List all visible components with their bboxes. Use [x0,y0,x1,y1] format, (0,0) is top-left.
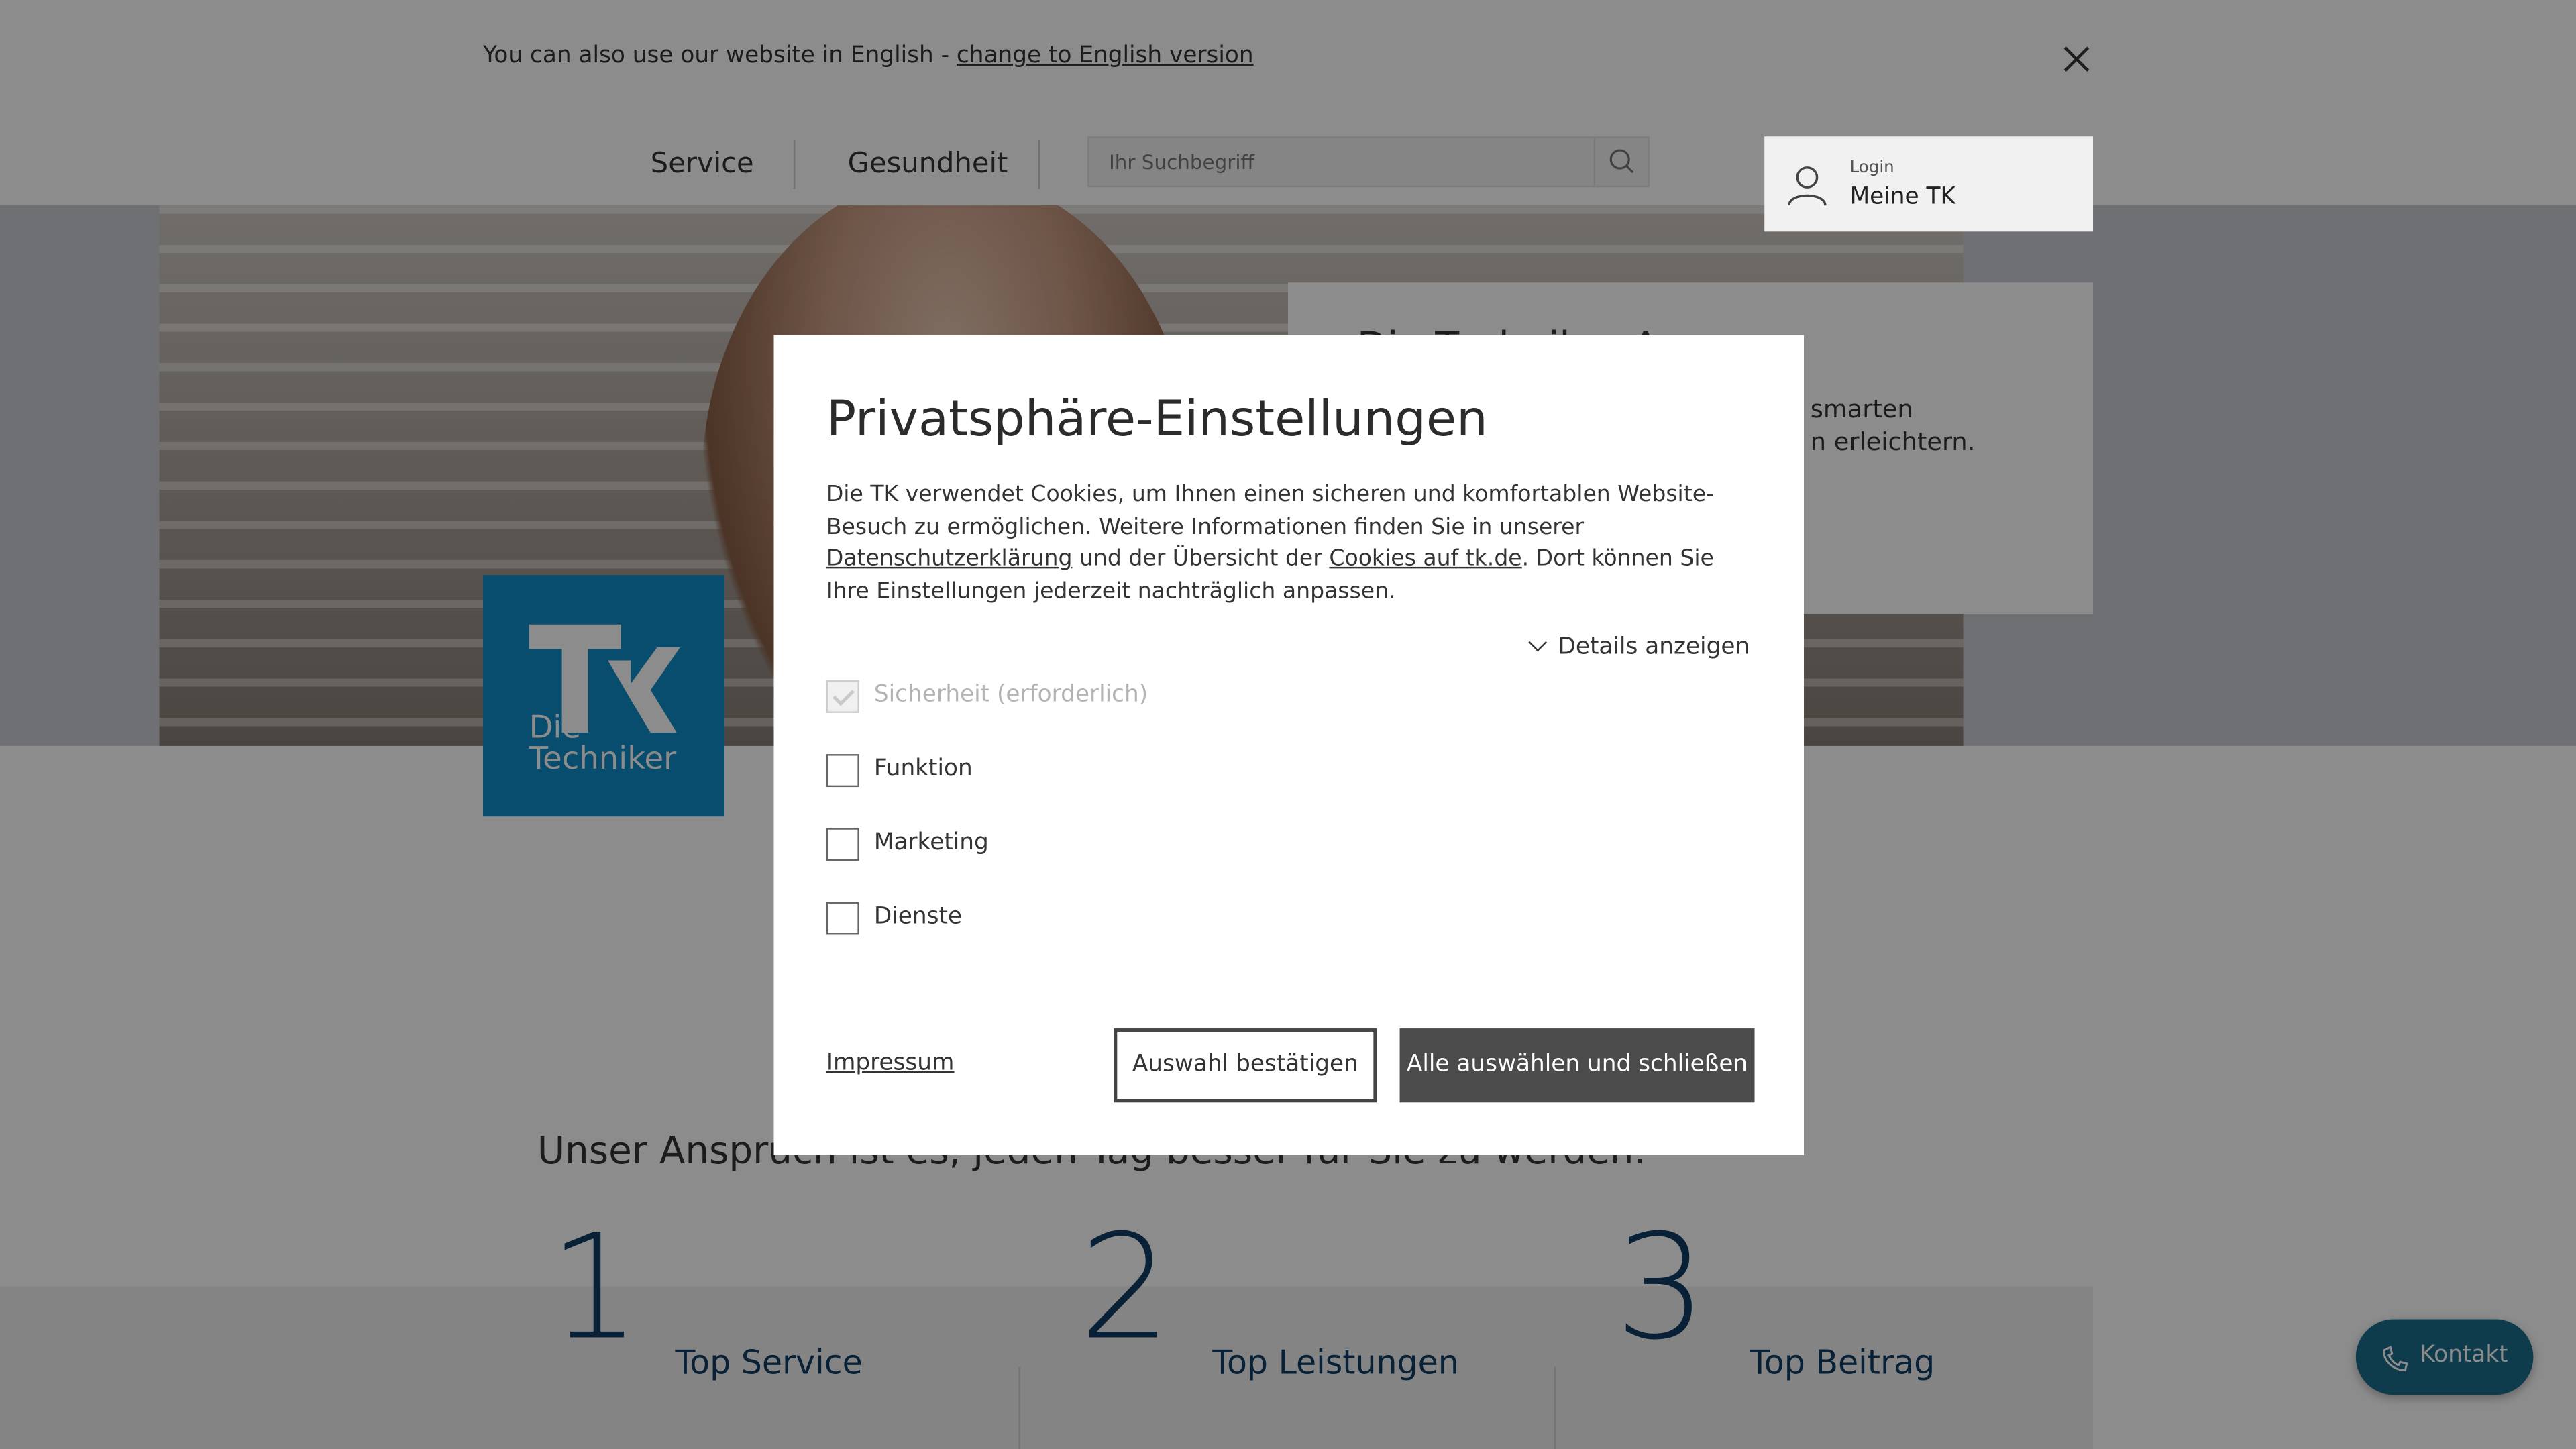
details-label: Details anzeigen [1558,634,1750,661]
checkbox-marketing[interactable] [826,828,859,861]
meine-tk-label: Meine TK [1849,184,1955,211]
option-label: Funktion [873,755,973,782]
confirm-selection-button[interactable]: Auswahl bestätigen [1114,1028,1377,1103]
privacy-dialog: Privatsphäre-Einstellungen Die TK verwen… [773,335,1805,1155]
details-toggle[interactable]: Details anzeigen [1529,633,1750,661]
accept-all-button[interactable]: Alle auswählen und schließen [1399,1028,1755,1103]
chevron-down-icon [1529,633,1548,652]
option-label: Marketing [873,829,989,856]
cookies-link[interactable]: Cookies auf tk.de [1329,546,1521,572]
login-button[interactable]: Login Meine TK [1764,136,2094,232]
checkbox-funktion[interactable] [826,754,859,788]
option-label: Dienste [873,903,963,930]
checkbox-sicherheit [826,680,859,713]
checkbox-dienste[interactable] [826,902,859,935]
dialog-description: Die TK verwendet Cookies, um Ihnen einen… [826,480,1763,608]
user-icon [1788,164,1827,213]
dialog-text: Die TK verwendet Cookies, um Ihnen einen… [826,481,1714,540]
dialog-text: und der Übersicht der [1072,545,1330,572]
impressum-link[interactable]: Impressum [826,1050,955,1076]
option-label: Sicherheit (erforderlich) [873,682,1148,708]
dialog-title: Privatsphäre-Einstellungen [826,390,1488,449]
privacy-policy-link[interactable]: Datenschutzerklärung [826,546,1073,572]
login-label: Login [1849,159,1894,178]
